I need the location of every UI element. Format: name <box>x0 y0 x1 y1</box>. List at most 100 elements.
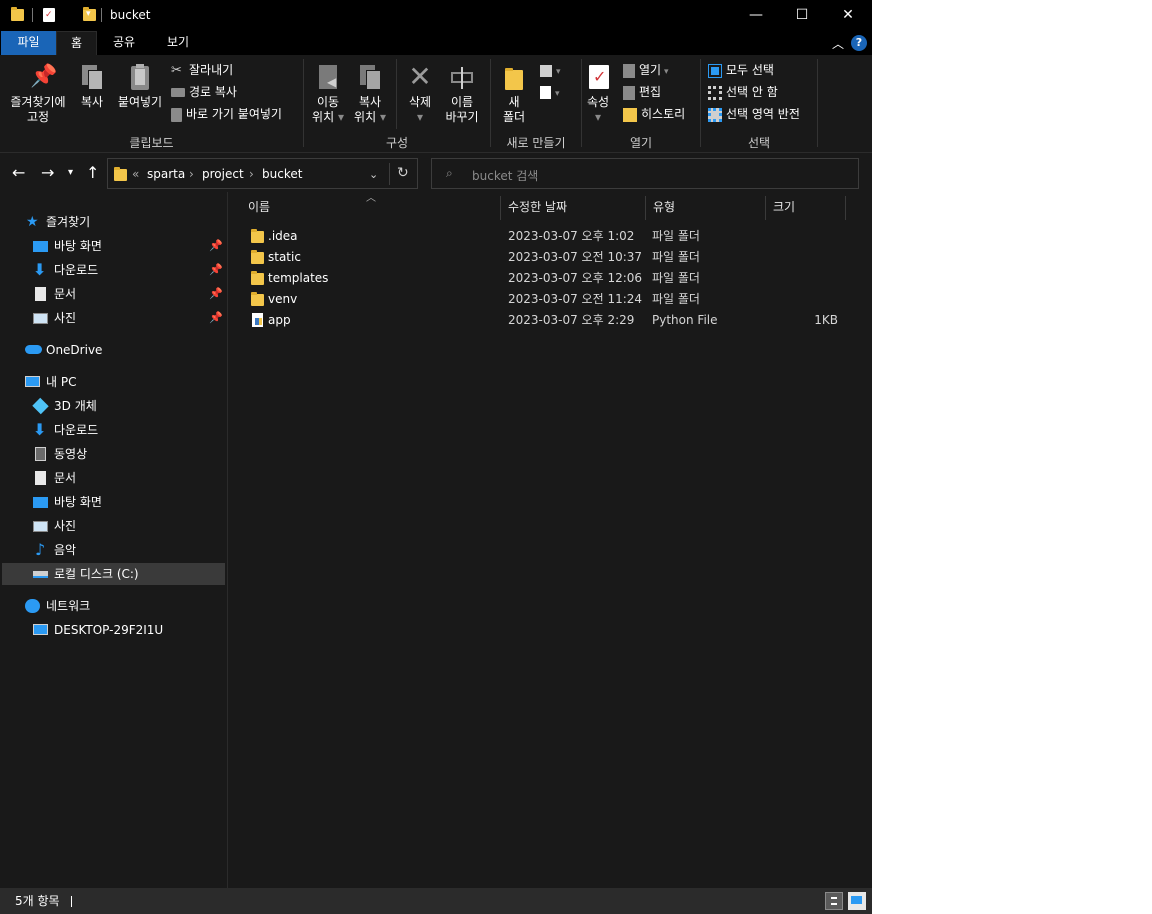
open-button[interactable]: 열기 ▾ <box>623 60 668 80</box>
breadcrumb-bucket[interactable]: bucket <box>262 167 302 181</box>
customize-qat-icon[interactable]: ▾ <box>86 9 91 19</box>
delete-dropdown-icon[interactable]: ▾ <box>402 110 438 125</box>
large-icons-view-icon[interactable] <box>848 892 866 910</box>
column-header-type[interactable]: 유형 <box>647 196 765 220</box>
search-box[interactable]: ⌕ bucket 검색 <box>431 158 859 189</box>
breadcrumb-project[interactable]: project <box>202 167 244 181</box>
easy-access-button[interactable]: ▾ <box>540 82 560 102</box>
close-button[interactable]: ✕ <box>825 0 871 31</box>
column-header-modified[interactable]: 수정한 날짜 <box>502 196 646 220</box>
new-item-button[interactable]: ▾ <box>540 60 561 80</box>
back-arrow-icon[interactable]: ← <box>12 163 25 182</box>
collapse-ribbon-icon[interactable]: ︿ <box>832 35 844 52</box>
file-type: Python File <box>652 313 718 327</box>
history-button[interactable]: 히스토리 <box>623 104 685 124</box>
forward-arrow-icon[interactable]: → <box>41 163 54 182</box>
tab-home[interactable]: 홈 <box>56 31 97 55</box>
copy-button[interactable]: 복사 <box>74 63 110 110</box>
select-all-button[interactable]: 모두 선택 <box>708 60 774 80</box>
nav-quick-pictures[interactable]: 사진 📌 <box>2 307 225 329</box>
breadcrumb-sparta[interactable]: sparta <box>147 167 185 181</box>
search-input[interactable]: bucket 검색 <box>472 167 538 184</box>
nav-quick-desktop[interactable]: 바탕 화면 📌 <box>2 235 225 257</box>
nav-label: 네트워크 <box>46 599 91 613</box>
nav-quick-documents[interactable]: 문서 📌 <box>2 283 225 305</box>
rename-button[interactable]: 이름 바꾸기 <box>442 63 482 125</box>
new-folder-label-1: 새 <box>508 95 520 109</box>
nav-desktop[interactable]: 바탕 화면 <box>2 491 225 513</box>
column-separator[interactable] <box>845 196 846 220</box>
new-folder-button[interactable]: 새 폴더 <box>496 63 532 125</box>
move-to-button[interactable]: ◀ 이동 위치 ▾ <box>309 63 347 125</box>
status-bar: 5개 항목 <box>0 888 872 914</box>
nav-quick-downloads[interactable]: ⬇ 다운로드 📌 <box>2 259 225 281</box>
address-bar[interactable]: « sparta › project › bucket ⌄ ↻ <box>107 158 418 189</box>
tab-file[interactable]: 파일 <box>1 31 56 55</box>
nav-local-disk[interactable]: 로컬 디스크 (C:) <box>2 563 225 585</box>
column-separator[interactable] <box>500 196 501 220</box>
file-row[interactable]: venv 2023-03-07 오전 11:24 파일 폴더 <box>246 289 856 310</box>
pin-icon[interactable]: 📌 <box>209 259 223 281</box>
tab-share[interactable]: 공유 <box>104 31 144 55</box>
nav-label: 음악 <box>54 543 77 557</box>
pin-icon[interactable]: 📌 <box>209 307 223 329</box>
copy-path-icon <box>171 88 185 97</box>
paste-shortcut-button[interactable]: 바로 가기 붙여넣기 <box>171 104 282 124</box>
separator <box>32 8 33 22</box>
help-icon[interactable]: ? <box>851 35 867 51</box>
paste-button[interactable]: 붙여넣기 <box>114 63 166 110</box>
copy-path-button[interactable]: 경로 복사 <box>171 82 237 102</box>
nav-this-pc[interactable]: 내 PC <box>2 371 225 393</box>
nav-quick-access[interactable]: ★ 즐겨찾기 <box>2 211 225 233</box>
column-separator[interactable] <box>765 196 766 220</box>
properties-dropdown-icon[interactable]: ▾ <box>583 110 613 125</box>
nav-3d-objects[interactable]: 3D 개체 <box>2 395 225 417</box>
folder-icon <box>251 229 264 243</box>
easy-access-icon <box>540 86 551 99</box>
file-row[interactable]: .idea 2023-03-07 오후 1:02 파일 폴더 <box>246 226 856 247</box>
details-view-icon[interactable] <box>825 892 843 910</box>
cut-button[interactable]: ✂ 잘라내기 <box>171 60 233 80</box>
file-type: 파일 폴더 <box>652 229 700 243</box>
nav-videos[interactable]: 동영상 <box>2 443 225 465</box>
overflow-chevron-icon[interactable]: « <box>132 167 139 181</box>
column-header-name[interactable]: 이름 <box>242 196 500 220</box>
file-name: static <box>268 250 301 264</box>
nav-label: 문서 <box>54 287 77 301</box>
refresh-icon[interactable]: ↻ <box>397 165 409 181</box>
pin-to-quick-access-button[interactable]: 📌 즐겨찾기에 고정 <box>4 63 72 125</box>
up-arrow-icon[interactable]: ↑ <box>86 163 99 182</box>
nav-pictures[interactable]: 사진 <box>2 515 225 537</box>
column-separator[interactable] <box>645 196 646 220</box>
invert-selection-button[interactable]: 선택 영역 반전 <box>708 104 800 124</box>
separator <box>389 163 390 185</box>
edit-button[interactable]: 편집 <box>623 82 661 102</box>
properties-button[interactable]: ✓ 속성 ▾ <box>583 63 613 125</box>
edit-icon <box>623 85 635 100</box>
tab-view[interactable]: 보기 <box>158 31 198 55</box>
file-row[interactable]: static 2023-03-07 오전 10:37 파일 폴더 <box>246 247 856 268</box>
minimize-button[interactable]: — <box>733 0 779 31</box>
cut-label: 잘라내기 <box>189 63 234 77</box>
file-row[interactable]: app 2023-03-07 오후 2:29 Python File 1KB <box>246 310 856 331</box>
nav-downloads[interactable]: ⬇ 다운로드 <box>2 419 225 441</box>
file-row[interactable]: templates 2023-03-07 오후 12:06 파일 폴더 <box>246 268 856 289</box>
recent-locations-chevron-icon[interactable]: ▾ <box>68 167 73 178</box>
nav-network[interactable]: 네트워크 <box>2 595 225 617</box>
pictures-icon <box>33 313 48 324</box>
column-header-size[interactable]: 크기 <box>767 196 845 220</box>
nav-onedrive[interactable]: OneDrive <box>2 339 225 361</box>
pin-icon[interactable]: 📌 <box>209 283 223 305</box>
nav-music[interactable]: ♪ 음악 <box>2 539 225 561</box>
select-none-button[interactable]: 선택 안 함 <box>708 82 778 102</box>
separator <box>71 896 72 907</box>
nav-network-desktop[interactable]: DESKTOP-29F2I1U <box>2 619 225 641</box>
copy-to-button[interactable]: 복사 위치 ▾ <box>351 63 389 125</box>
maximize-button[interactable]: ☐ <box>779 0 825 31</box>
nav-documents[interactable]: 문서 <box>2 467 225 489</box>
pin-label-2: 고정 <box>26 110 50 124</box>
delete-button[interactable]: ✕ 삭제 ▾ <box>402 63 438 125</box>
properties-qat-icon[interactable]: ✓ <box>43 8 55 22</box>
pin-icon[interactable]: 📌 <box>209 235 223 257</box>
address-dropdown-chevron-icon[interactable]: ⌄ <box>369 168 378 181</box>
